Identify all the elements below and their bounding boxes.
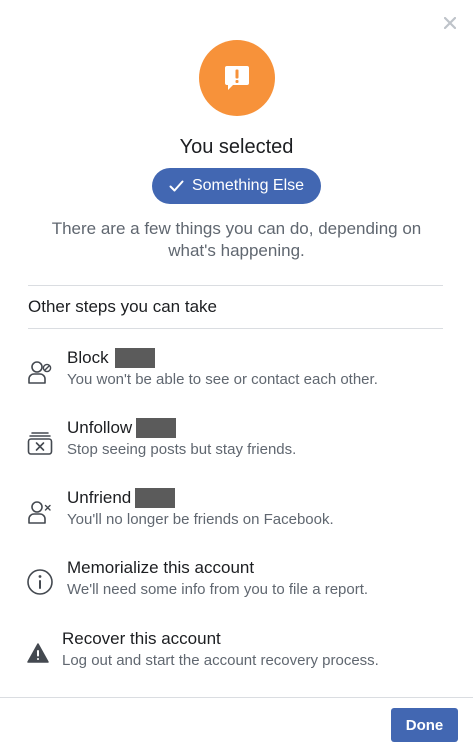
divider bbox=[28, 285, 443, 286]
unfriend-icon bbox=[28, 501, 51, 524]
block-user-icon bbox=[28, 361, 52, 384]
redacted-name bbox=[114, 348, 155, 368]
option-memorialize-subtitle: We'll need some info from you to file a … bbox=[67, 581, 369, 598]
divider bbox=[28, 328, 443, 329]
redacted-name bbox=[135, 488, 176, 508]
selection-header: You selected Something Else There are a … bbox=[0, 40, 473, 262]
footer-divider bbox=[0, 697, 473, 698]
close-icon bbox=[444, 17, 456, 29]
selected-option-pill[interactable]: Something Else bbox=[151, 168, 322, 204]
steps-heading: Other steps you can take bbox=[28, 297, 217, 316]
option-unfriend-title: Unfriend bbox=[67, 488, 132, 507]
selected-title: You selected bbox=[179, 136, 294, 158]
option-unfollow[interactable]: Unfollow Stop seeing posts but stay frie… bbox=[26, 418, 446, 468]
option-unfollow-subtitle: Stop seeing posts but stay friends. bbox=[67, 441, 297, 458]
option-unfriend[interactable]: Unfriend You'll no longer be friends on … bbox=[26, 488, 446, 538]
option-block-subtitle: You won't be able to see or contact each… bbox=[67, 371, 378, 388]
description-text: There are a few things you can do, depen… bbox=[51, 219, 422, 260]
option-memorialize[interactable]: Memorialize this account We'll need some… bbox=[26, 558, 446, 608]
close-button[interactable] bbox=[439, 12, 461, 34]
alert-badge bbox=[198, 40, 275, 116]
option-block[interactable]: Block You won't be able to see or contac… bbox=[26, 348, 446, 398]
unfollow-icon bbox=[27, 432, 53, 455]
selected-option-label: Something Else bbox=[191, 177, 305, 194]
redacted-name bbox=[136, 418, 177, 438]
option-memorialize-title: Memorialize this account bbox=[67, 558, 255, 577]
info-icon bbox=[27, 569, 53, 595]
done-button[interactable]: Done bbox=[391, 708, 458, 742]
report-dialog: You selected Something Else There are a … bbox=[0, 0, 473, 750]
option-recover-title: Recover this account bbox=[62, 629, 221, 648]
warning-icon bbox=[27, 643, 49, 663]
option-recover-subtitle: Log out and start the account recovery p… bbox=[62, 652, 379, 669]
alert-speech-bubble-icon bbox=[224, 66, 249, 90]
option-unfollow-title: Unfollow bbox=[67, 418, 133, 437]
option-recover[interactable]: Recover this account Log out and start t… bbox=[26, 629, 446, 679]
option-block-title: Block bbox=[67, 348, 109, 367]
checkmark-icon bbox=[169, 180, 184, 192]
option-unfriend-subtitle: You'll no longer be friends on Facebook. bbox=[67, 511, 334, 528]
